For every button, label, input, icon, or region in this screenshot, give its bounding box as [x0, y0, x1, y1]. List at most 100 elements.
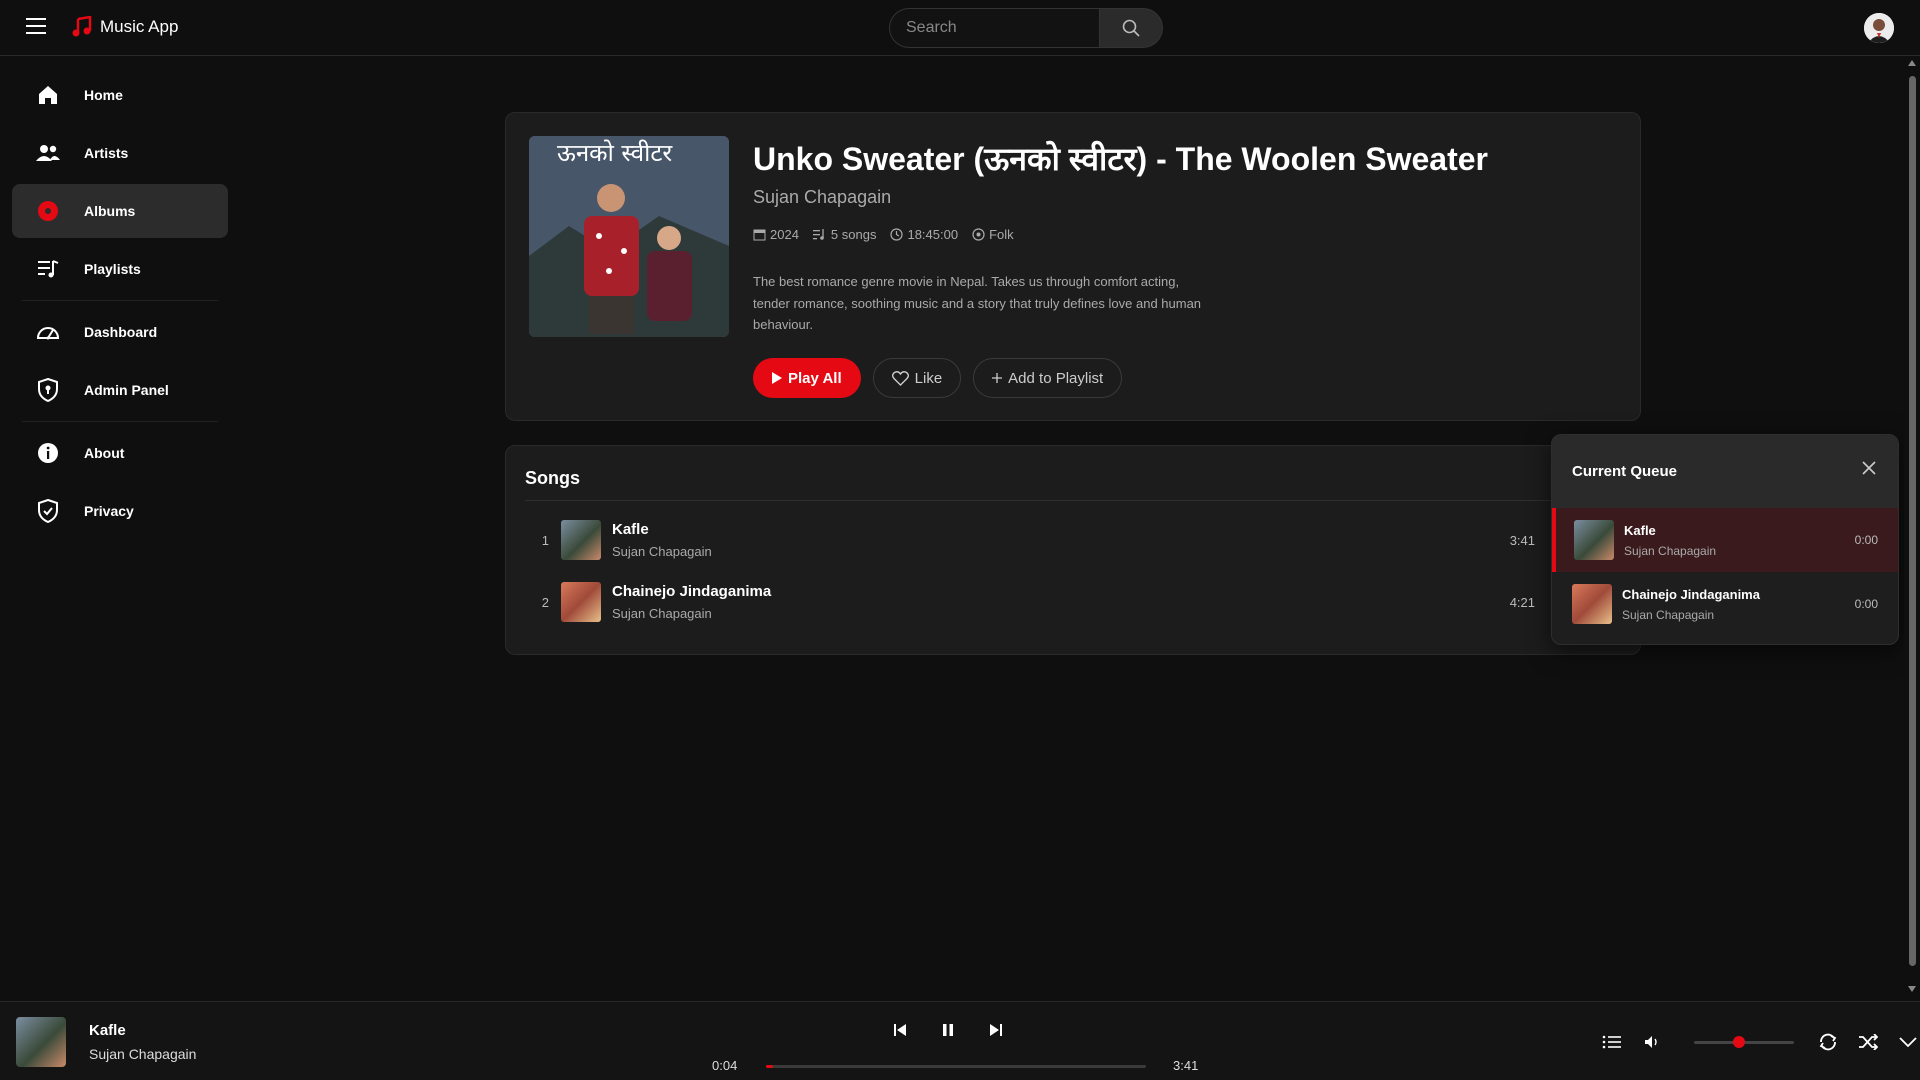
scroll-down-icon[interactable]: [1908, 986, 1916, 992]
queue-item-meta: Chainejo Jindaganima Sujan Chapagain: [1622, 587, 1760, 622]
now-playing-thumbnail[interactable]: [16, 1017, 66, 1067]
shield-icon: [36, 378, 60, 402]
menu-icon[interactable]: [26, 18, 46, 36]
like-button[interactable]: Like: [872, 358, 962, 398]
avatar[interactable]: [1864, 13, 1894, 43]
queue-list-icon[interactable]: [1600, 1030, 1624, 1054]
sidebar-item-label: Dashboard: [84, 324, 158, 340]
sidebar-item-label: Privacy: [84, 503, 134, 519]
song-artist: Sujan Chapagain: [612, 606, 712, 621]
previous-icon[interactable]: [888, 1018, 912, 1042]
current-queue-panel: Current Queue Kafle Sujan Chapagain 0:00…: [1551, 434, 1899, 645]
sidebar-item-label: Admin Panel: [84, 382, 169, 398]
next-icon[interactable]: [984, 1018, 1008, 1042]
player-bar: Kafle Sujan Chapagain 0:04 3:41: [0, 1001, 1920, 1080]
song-thumbnail: [561, 582, 601, 622]
total-time: 3:41: [1173, 1058, 1199, 1073]
progress-bar[interactable]: [766, 1065, 1146, 1068]
calendar-icon: [753, 229, 766, 241]
sidebar-item-dashboard[interactable]: Dashboard: [12, 305, 228, 359]
volume-icon[interactable]: [1640, 1030, 1664, 1054]
song-row[interactable]: 2 Chainejo Jindaganima Sujan Chapagain 4…: [525, 576, 1535, 628]
brand[interactable]: Music App: [72, 16, 178, 38]
sidebar-item-label: About: [84, 445, 125, 461]
disc-icon: [972, 228, 985, 241]
song-title: Chainejo Jindaganima: [612, 583, 772, 600]
chevron-down-icon[interactable]: [1896, 1030, 1920, 1054]
song-row[interactable]: 1 Kafle Sujan Chapagain 3:41: [525, 514, 1535, 566]
volume-slider[interactable]: [1694, 1035, 1794, 1048]
play-all-button[interactable]: Play All: [753, 358, 861, 398]
song-thumbnail: [1574, 520, 1614, 560]
queue-item-title: Kafle: [1624, 522, 1656, 538]
song-meta: Kafle Sujan Chapagain: [612, 521, 712, 559]
album-cover-text: ऊनको स्वीटर: [557, 139, 673, 167]
dashboard-icon: [36, 320, 60, 344]
playback-controls: [888, 1018, 1008, 1042]
album-icon: [36, 199, 60, 223]
current-time: 0:04: [712, 1058, 738, 1073]
songs-heading: Songs: [525, 468, 581, 488]
album-year: 2024: [753, 227, 799, 242]
sidebar-item-albums[interactable]: Albums: [12, 184, 228, 238]
queue-item-artist: Sujan Chapagain: [1624, 543, 1717, 558]
sidebar-item-label: Artists: [84, 145, 129, 161]
search-input[interactable]: [889, 8, 1099, 48]
song-thumbnail: [561, 520, 601, 560]
divider: [525, 500, 1623, 501]
sidebar-item-home[interactable]: Home: [12, 68, 228, 122]
song-duration: 3:41: [1509, 532, 1535, 548]
shuffle-icon[interactable]: [1856, 1030, 1880, 1054]
album-cover: ऊनको स्वीटर: [529, 136, 729, 337]
track-number: 2: [541, 594, 549, 610]
album-meta: 2024 5 songs 18:45:00 Folk: [753, 227, 1014, 242]
sidebar-item-privacy[interactable]: Privacy: [12, 484, 228, 538]
user-avatar-icon: [1864, 13, 1894, 43]
track-number: 1: [541, 532, 549, 548]
repeat-icon[interactable]: [1816, 1030, 1840, 1054]
sidebar-divider: [22, 300, 218, 301]
now-playing-title: Kafle: [89, 1022, 126, 1039]
song-title: Kafle: [612, 521, 649, 538]
sidebar-item-artists[interactable]: Artists: [12, 126, 228, 180]
search-icon: [1122, 19, 1140, 37]
volume-knob[interactable]: [1733, 1035, 1745, 1048]
play-icon: [772, 372, 782, 384]
search-button[interactable]: [1099, 8, 1163, 48]
shield-check-icon: [36, 499, 60, 523]
album-description: The best romance genre movie in Nepal. T…: [753, 274, 1202, 332]
pause-icon[interactable]: [936, 1018, 960, 1042]
queue-header: Current Queue: [1552, 435, 1898, 508]
sidebar-item-admin-panel[interactable]: Admin Panel: [12, 363, 228, 417]
sidebar-divider: [22, 421, 218, 422]
music-list-icon: [812, 229, 824, 240]
album-title: Unko Sweater (ऊनको स्वीटर) - The Woolen …: [753, 141, 1489, 177]
sidebar-item-label: Home: [84, 87, 123, 103]
album-header-card: ऊनको स्वीटर Unko Sweater (ऊनको स्वीटर) -…: [505, 112, 1641, 421]
plus-icon: [992, 373, 1003, 383]
sidebar-item-label: Playlists: [84, 261, 141, 277]
app-name: Music App: [100, 17, 179, 36]
queue-item-meta: Kafle Sujan Chapagain: [1624, 523, 1716, 558]
songs-card: Songs 1 Kafle Sujan Chapagain 3:41 2 Cha…: [505, 445, 1641, 655]
clock-icon: [890, 228, 904, 241]
info-icon: [36, 441, 60, 465]
sidebar-item-about[interactable]: About: [12, 426, 228, 480]
close-icon[interactable]: [1862, 461, 1876, 480]
scroll-up-icon[interactable]: [1908, 60, 1916, 66]
album-artist[interactable]: Sujan Chapagain: [753, 187, 891, 208]
queue-title: Current Queue: [1572, 463, 1678, 480]
search-bar: [889, 8, 1163, 48]
sidebar-item-label: Albums: [84, 203, 136, 219]
sidebar-item-playlists[interactable]: Playlists: [12, 242, 228, 296]
page-scrollbar[interactable]: [1904, 56, 1920, 1001]
queue-item[interactable]: Chainejo Jindaganima Sujan Chapagain 0:0…: [1552, 572, 1898, 636]
add-to-playlist-button[interactable]: Add to Playlist: [973, 358, 1123, 398]
scroll-thumb[interactable]: [1909, 76, 1916, 966]
queue-item[interactable]: Kafle Sujan Chapagain 0:00: [1552, 508, 1898, 572]
album-actions: Play All Like Add to Playlist: [753, 358, 1123, 398]
player-right-controls: [1600, 1030, 1920, 1054]
album-song-count: 5 songs: [812, 227, 876, 242]
music-note-icon: [72, 16, 92, 37]
album-duration: 18:45:00: [890, 227, 958, 242]
